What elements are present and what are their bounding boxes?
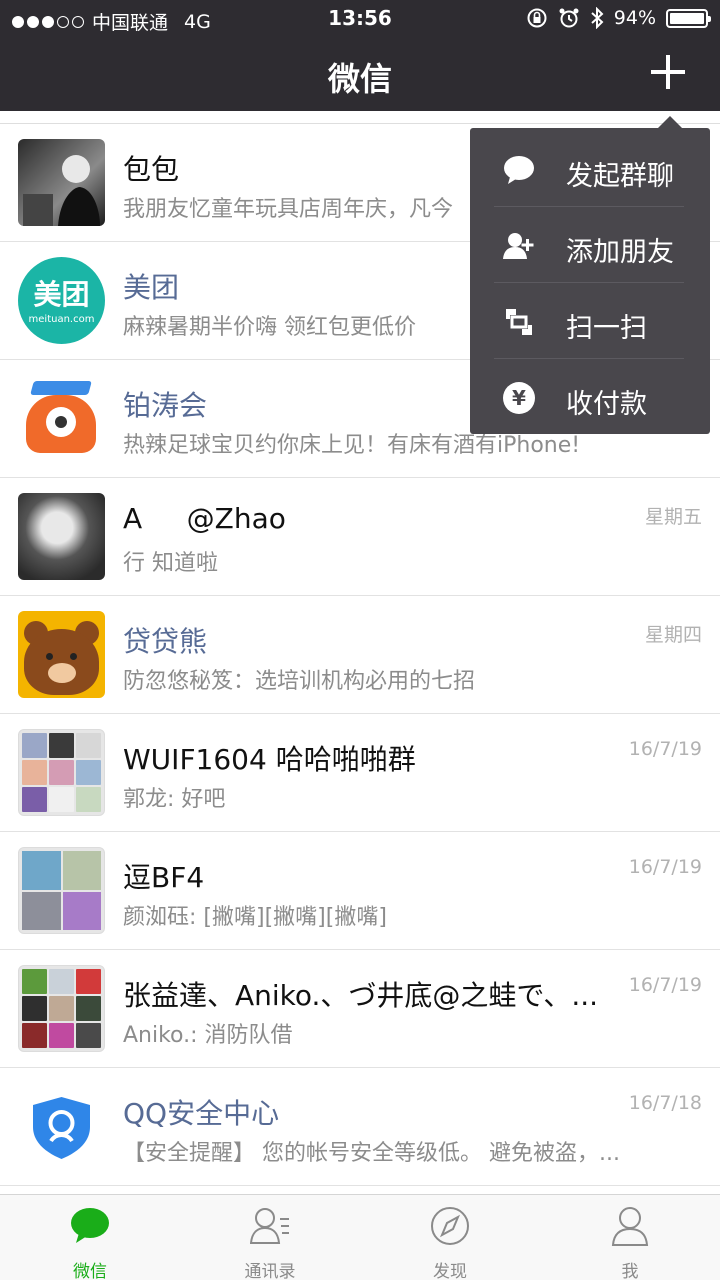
chat-name: 铂涛会 (123, 389, 208, 422)
menu-item-scan[interactable]: 扫一扫 (470, 284, 710, 360)
chat-date: 16/7/19 (628, 856, 702, 878)
status-bar: 中国联通 4G 13:56 94% (0, 0, 720, 36)
menu-item-label: 扫一扫 (566, 313, 647, 344)
bluetooth-icon (591, 7, 604, 29)
chat-name: 贷贷熊 (123, 625, 208, 658)
group-avatar (18, 965, 105, 1052)
person-icon (611, 1207, 649, 1246)
add-friend-icon (503, 233, 534, 259)
avatar (18, 493, 105, 580)
avatar-logo-text: 美团 (33, 278, 90, 311)
chat-preview: 【安全提醒】 您的帐号安全等级低。 避免被盗，... (123, 1141, 620, 1166)
avatar: 美团 meituan.com (18, 257, 105, 344)
scan-icon (506, 309, 532, 335)
tab-contacts[interactable]: 通讯录 (210, 1195, 330, 1280)
group-avatar (18, 729, 105, 816)
chat-row-zhangyida-group[interactable]: 张益達、Aniko.、づ井底@之蛙で、... Aniko.: 消防队借 16/7… (0, 950, 720, 1068)
chat-date: 星期五 (644, 506, 702, 528)
chat-preview: 防忽悠秘笈：选培训机构必用的七招 (123, 669, 476, 694)
avatar-logo-subtext: meituan.com (28, 314, 95, 325)
chat-row-daidaixiong[interactable]: 贷贷熊 防忽悠秘笈：选培训机构必用的七招 星期四 (0, 596, 720, 714)
chat-preview: 麻辣暑期半价嗨 领红包更低价 (123, 315, 416, 340)
menu-item-group-chat[interactable]: 发起群聊 (470, 132, 710, 208)
chat-name: QQ安全中心 (123, 1097, 280, 1130)
contacts-icon (250, 1208, 289, 1244)
menu-item-payment[interactable]: ¥ 收付款 (470, 360, 710, 436)
qq-shield-icon (33, 1097, 90, 1159)
menu-item-label: 发起群聊 (566, 161, 674, 192)
menu-item-label: 添加朋友 (566, 237, 674, 268)
chat-row-doubf4[interactable]: 逗BF4 颜洳砡: [撇嘴][撇嘴][撇嘴] 16/7/19 (0, 832, 720, 950)
tab-label: 微信 (73, 1262, 107, 1280)
chat-name: 美团 (123, 271, 180, 304)
chat-row-qq-security[interactable]: QQ安全中心 【安全提醒】 您的帐号安全等级低。 避免被盗，... 16/7/1… (0, 1068, 720, 1186)
chat-date: 16/7/19 (628, 738, 702, 760)
chat-preview: Aniko.: 消防队借 (123, 1023, 293, 1048)
avatar (18, 611, 105, 698)
chat-bubble-icon (504, 156, 534, 184)
chat-row-a-zhao[interactable]: A @Zhao 行 知道啦 星期五 (0, 478, 720, 596)
page-title: 微信 (327, 60, 392, 98)
yuan-glyph: ¥ (512, 386, 526, 410)
tab-label: 发现 (433, 1262, 467, 1280)
chat-name: 张益達、Aniko.、づ井底@之蛙で、... (123, 979, 599, 1012)
avatar (18, 375, 105, 462)
tab-bar: 微信 通讯录 发现 我 (0, 1194, 720, 1280)
battery-percent: 94% (613, 7, 656, 29)
chat-name: 包包 (123, 153, 180, 186)
avatar (18, 139, 105, 226)
compass-icon (431, 1207, 469, 1245)
battery-icon (666, 8, 711, 28)
tab-discover[interactable]: 发现 (390, 1195, 510, 1280)
chat-row-wuif1604[interactable]: WUIF1604 哈哈啪啪群 郭龙: 好吧 16/7/19 (0, 714, 720, 832)
chat-preview: 我朋友忆童年玩具店周年庆，凡今 (123, 197, 454, 222)
menu-item-add-friend[interactable]: 添加朋友 (470, 208, 710, 284)
rotation-lock-icon (527, 8, 547, 28)
chat-icon (71, 1208, 109, 1243)
avatar (18, 1083, 105, 1170)
alarm-icon (559, 8, 579, 28)
chat-name: WUIF1604 哈哈啪啪群 (123, 743, 416, 776)
tab-label: 通讯录 (244, 1262, 296, 1280)
chat-preview: 郭龙: 好吧 (123, 787, 226, 812)
chat-preview: 颜洳砡: [撇嘴][撇嘴][撇嘴] (123, 905, 387, 930)
tab-wechat[interactable]: 微信 (30, 1195, 150, 1280)
yuan-icon: ¥ (503, 382, 535, 414)
tab-me[interactable]: 我 (570, 1195, 690, 1280)
chat-date: 星期四 (644, 624, 702, 646)
chat-name: A @Zhao (123, 502, 286, 535)
group-avatar (18, 847, 105, 934)
tab-label: 我 (621, 1262, 639, 1280)
menu-item-label: 收付款 (566, 389, 647, 420)
plus-icon[interactable] (651, 55, 685, 89)
chat-date: 16/7/19 (628, 974, 702, 996)
chat-preview: 行 知道啦 (123, 551, 218, 576)
chat-name: 逗BF4 (123, 861, 205, 894)
header: 中国联通 4G 13:56 94% 微信 (0, 0, 720, 111)
chat-date: 16/7/18 (628, 1092, 702, 1114)
add-menu-popup: 发起群聊 添加朋友 扫一扫 ¥ 收付款 (470, 116, 710, 436)
